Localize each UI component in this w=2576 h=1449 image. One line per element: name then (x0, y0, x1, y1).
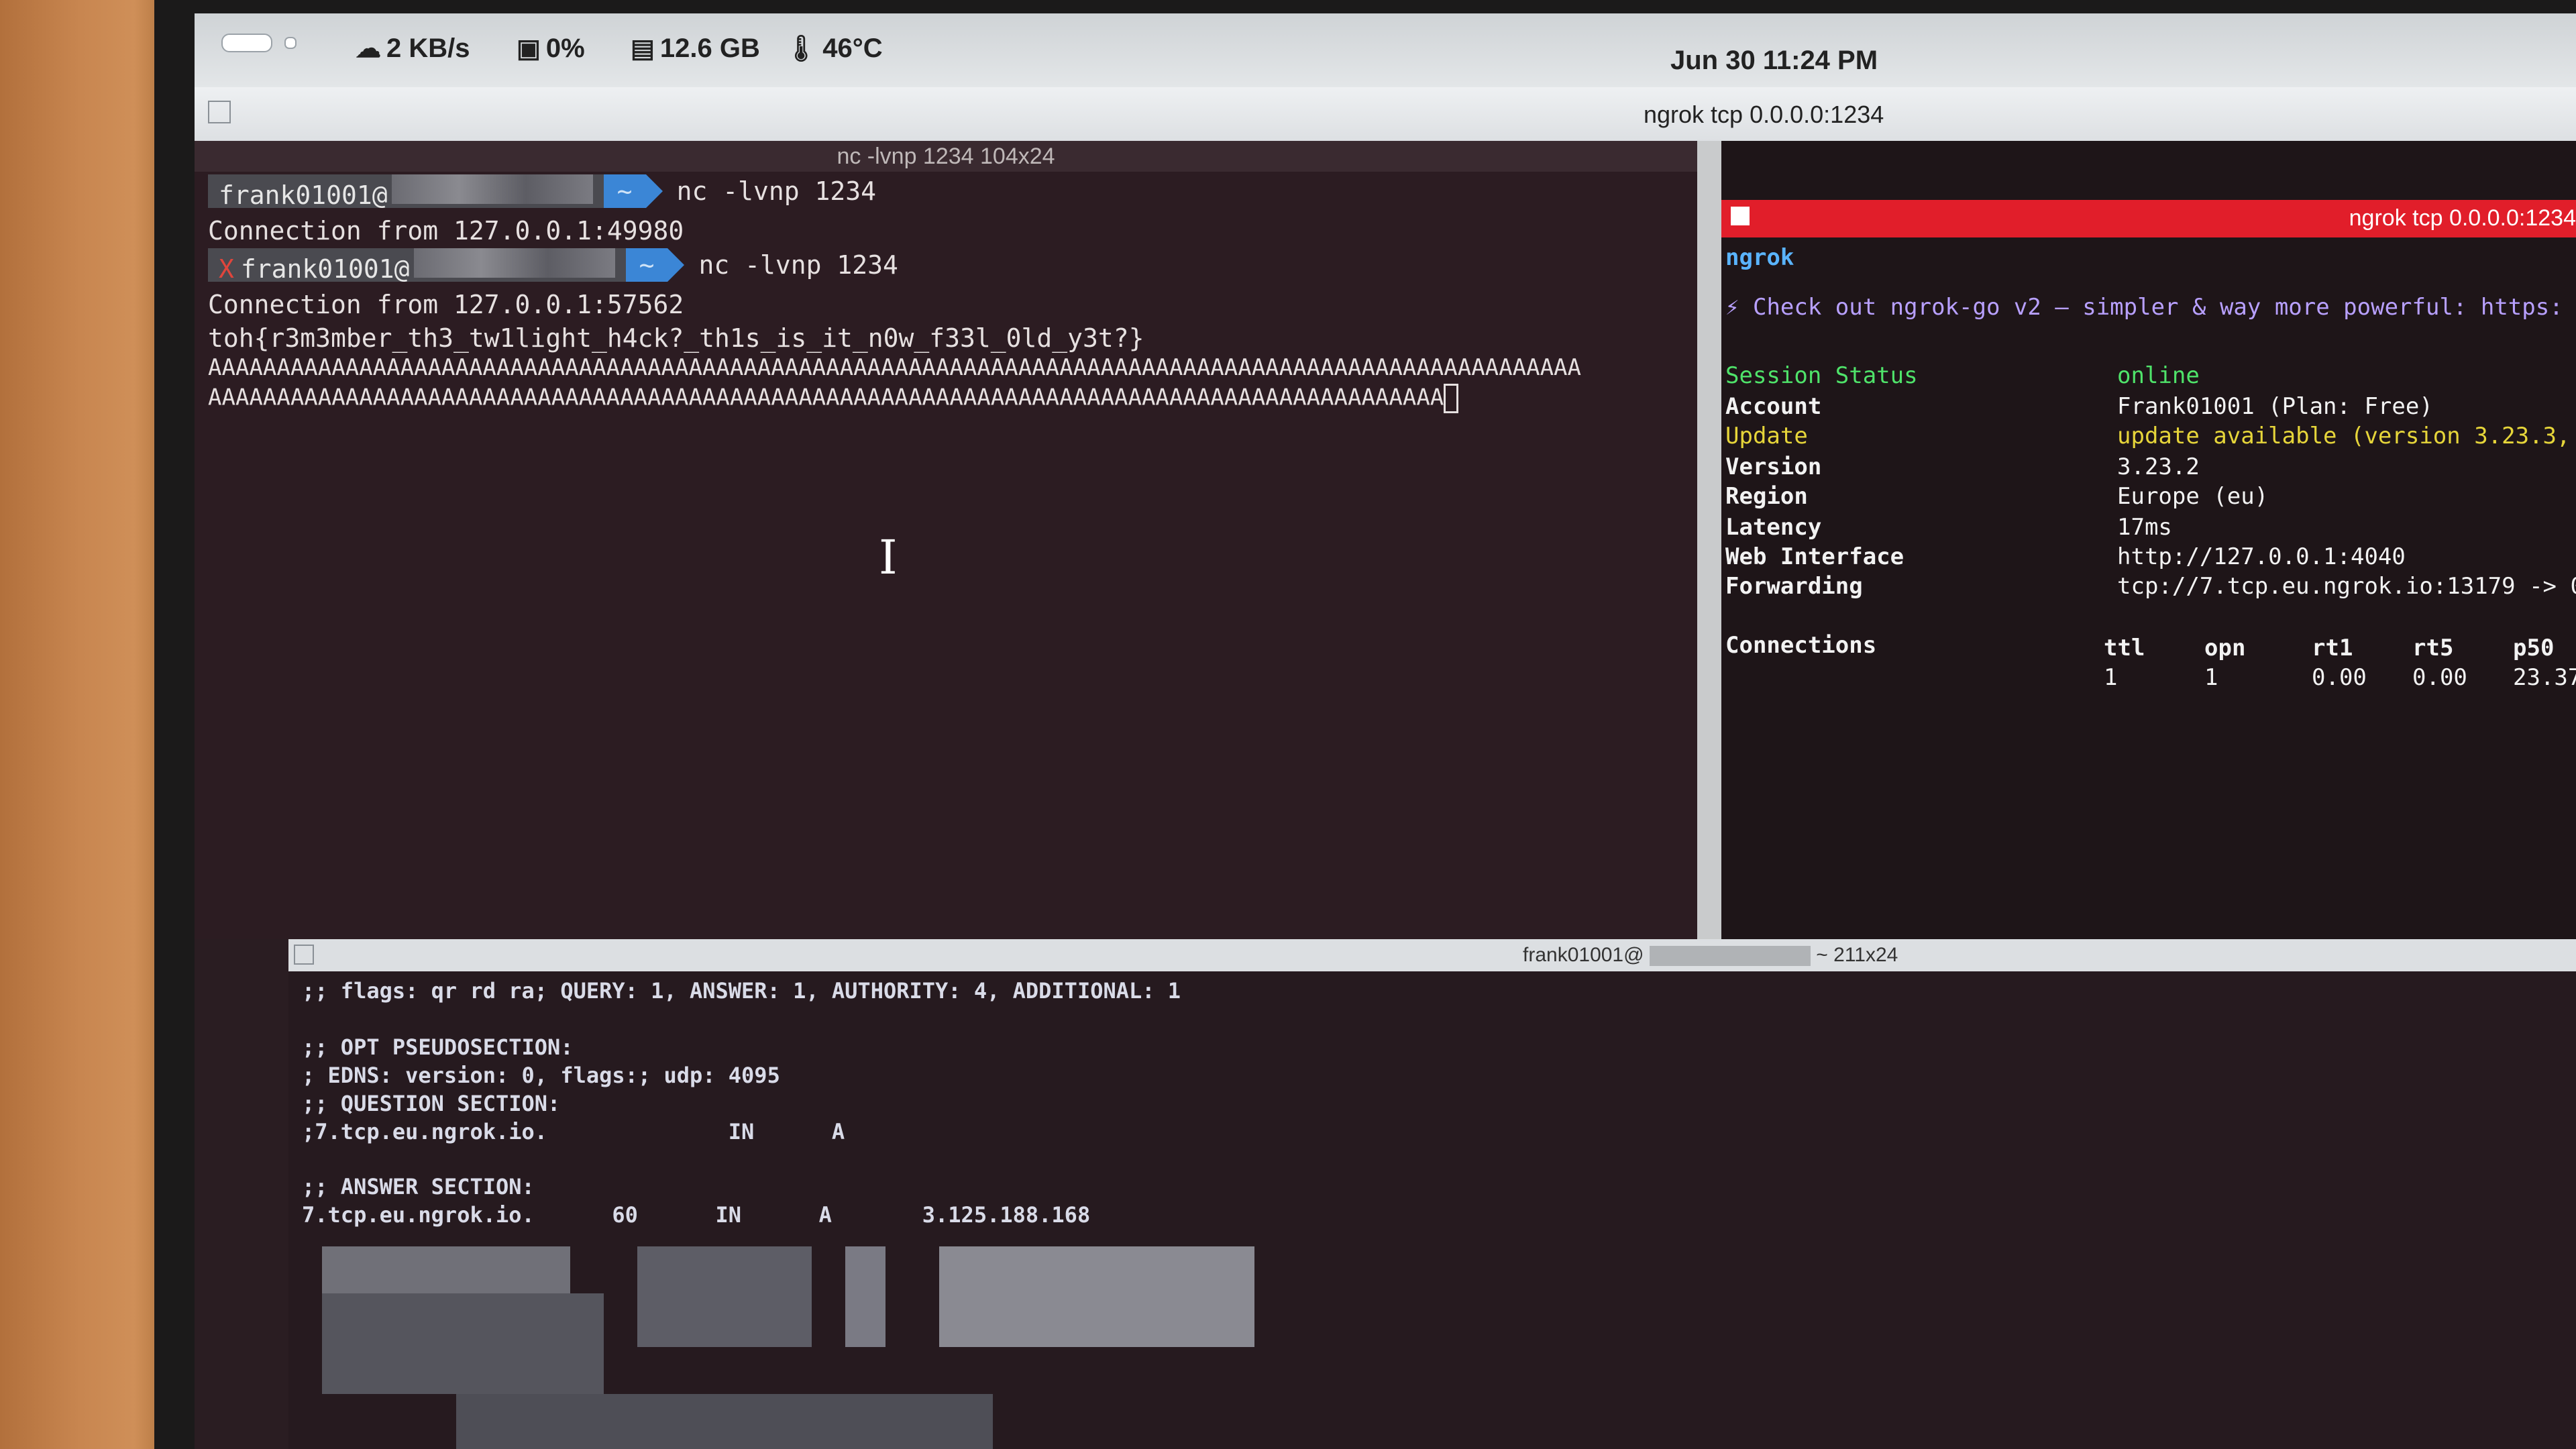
network-speed: 2 KB/s (386, 34, 470, 63)
conn-header-rt5: rt5 (2412, 635, 2454, 661)
status-value-session: online (2117, 362, 2200, 389)
prompt-path: ~ (603, 174, 663, 208)
menu-bar: ☁ 2 KB/s ▣ 0% ▤ 12.6 GB 🌡 46°C Jun 30 11… (195, 13, 2576, 87)
pane-title: nc -lvnp 1234 104x24 (195, 141, 1697, 172)
disk-usage: 0% (545, 34, 585, 63)
conn-header-opn: opn (2204, 635, 2246, 661)
conn-value-ttl: 1 (2104, 664, 2118, 691)
status-key-latency: Latency (1725, 514, 1822, 541)
layout-grid-icon[interactable] (208, 101, 231, 123)
conn-value-rt1: 0.00 (2312, 664, 2367, 691)
error-x-icon: X (219, 254, 234, 284)
ibeam-cursor-icon: I (879, 530, 898, 585)
redacted-block (322, 1293, 604, 1394)
status-key-region: Region (1725, 483, 1808, 510)
connections-label: Connections (1725, 632, 1877, 659)
status-value-forwarding: tcp://7.tcp.eu.ngrok.io:13179 -> 0.0 (2117, 573, 2576, 600)
output-line: ; EDNS: version: 0, flags:; udp: 4095 (302, 1063, 780, 1088)
status-key-forwarding: Forwarding (1725, 573, 1863, 600)
ngrok-app-name: ngrok (1725, 244, 1794, 271)
status-key-version: Version (1725, 453, 1822, 480)
redacted-block (939, 1246, 1254, 1347)
output-line: ;; OPT PSEUDOSECTION: (302, 1034, 574, 1060)
network-indicator[interactable]: ☁ 2 KB/s (356, 34, 470, 64)
window-title-bar[interactable]: ngrok tcp 0.0.0.0:1234 (195, 87, 2576, 141)
status-value-version: 3.23.2 (2117, 453, 2200, 480)
screen: ☁ 2 KB/s ▣ 0% ▤ 12.6 GB 🌡 46°C Jun 30 11… (195, 13, 2576, 1449)
prompt-line: Xfrank01001@ ~ nc -lvnp 1234 (208, 248, 898, 284)
terminal-pane-dig[interactable]: ;; flags: qr rd ra; QUERY: 1, ANSWER: 1,… (288, 971, 2576, 1449)
output-line: AAAAAAAAAAAAAAAAAAAAAAAAAAAAAAAAAAAAAAAA… (208, 384, 1459, 413)
prompt-user: frank01001@ (208, 174, 604, 210)
redacted-block (845, 1246, 885, 1347)
redacted-hostname (1649, 946, 1811, 967)
conn-value-p50: 23.37 (2513, 664, 2576, 691)
output-line: ;7.tcp.eu.ngrok.io. IN A (302, 1119, 845, 1144)
redacted-hostname (391, 174, 593, 204)
conn-value-opn: 1 (2204, 664, 2218, 691)
status-key-session: Session Status (1725, 362, 1918, 389)
output-line: ;; flags: qr rd ra; QUERY: 1, ANSWER: 1,… (302, 978, 1181, 1004)
memory-indicator[interactable]: ▤ 12.6 GB (631, 34, 760, 64)
conn-value-rt5: 0.00 (2412, 664, 2467, 691)
flag-line: toh{r3m3mber_th3_tw1light_h4ck?_th1s_is_… (208, 323, 1144, 353)
conn-header-ttl: ttl (2104, 635, 2145, 661)
memory-icon: ▤ (631, 35, 655, 63)
memory-usage: 12.6 GB (659, 34, 760, 63)
status-value-update: update available (version 3.23.3, (2117, 423, 2571, 449)
conn-header-p50: p50 (2513, 635, 2555, 661)
output-line: Connection from 127.0.0.1:57562 (208, 290, 684, 319)
ngrok-tip: ⚡ Check out ngrok-go v2 — simpler & way … (1725, 294, 2563, 321)
redacted-block (637, 1246, 812, 1347)
prompt-path: ~ (625, 248, 685, 282)
ngrok-tab-title: ngrok tcp 0.0.0.0:1234 (2349, 205, 2576, 231)
redacted-block (456, 1394, 993, 1449)
command-text: nc -lvnp 1234 (698, 250, 898, 280)
disk-indicator[interactable]: ▣ 0% (517, 34, 585, 64)
window-title: ngrok tcp 0.0.0.0:1234 (1644, 101, 1884, 128)
output-line: Connection from 127.0.0.1:49980 (208, 216, 684, 246)
output-line: ;; ANSWER SECTION: (302, 1174, 535, 1199)
status-key-web-interface: Web Interface (1725, 543, 1904, 570)
cloud-download-icon: ☁ (356, 35, 381, 63)
lightning-icon: ⚡ (1725, 294, 1739, 321)
bottom-pane-title-bar[interactable]: frank01001@ ~ 211x24 (288, 939, 2576, 971)
output-line: ;; QUESTION SECTION: (302, 1091, 561, 1116)
status-dot-icon (284, 37, 297, 49)
terminal-pane-nc[interactable]: nc -lvnp 1234 104x24 frank01001@ ~ nc -l… (195, 141, 1697, 939)
redacted-block (322, 1246, 570, 1293)
text-cursor (1444, 384, 1459, 413)
prompt-user: Xfrank01001@ (208, 248, 626, 284)
temperature-indicator[interactable]: 🌡 46°C (785, 34, 883, 64)
output-line: AAAAAAAAAAAAAAAAAAAAAAAAAAAAAAAAAAAAAAAA… (208, 354, 1581, 381)
status-key-update: Update (1725, 423, 1808, 449)
layout-grid-icon[interactable] (294, 945, 314, 965)
disk-icon: ▣ (517, 35, 541, 63)
conn-header-rt1: rt1 (2312, 635, 2353, 661)
command-text: nc -lvnp 1234 (676, 176, 876, 206)
status-value-region: Europe (eu) (2117, 483, 2269, 510)
redacted-hostname (413, 248, 615, 278)
thermometer-icon: 🌡 (785, 34, 818, 63)
battery-indicator[interactable] (221, 34, 297, 52)
battery-icon (221, 34, 272, 52)
pane-divider[interactable] (1697, 141, 1721, 939)
ngrok-tab-bar[interactable]: ngrok tcp 0.0.0.0:1234 (1721, 200, 2576, 237)
bottom-pane-title: frank01001@ ~ 211x24 (1523, 944, 1898, 967)
date-time: Jun 30 11:24 PM (1670, 46, 1878, 75)
status-value-latency: 17ms (2117, 514, 2172, 541)
prompt-line: frank01001@ ~ nc -lvnp 1234 (208, 174, 876, 210)
output-line: 7.tcp.eu.ngrok.io. 60 IN A 3.125.188.168 (302, 1202, 1091, 1228)
status-value-account: Frank01001 (Plan: Free) (2117, 393, 2433, 420)
tab-icon (1731, 207, 1750, 225)
web-interface-link[interactable]: http://127.0.0.1:4040 (2117, 543, 2406, 570)
status-key-account: Account (1725, 393, 1822, 420)
clock[interactable]: Jun 30 11:24 PM (1670, 46, 1878, 76)
temperature: 46°C (822, 34, 883, 63)
terminal-pane-ngrok[interactable]: ngrok tcp 0.0.0.0:1234 ngrok ⚡ Check out… (1721, 141, 2576, 939)
